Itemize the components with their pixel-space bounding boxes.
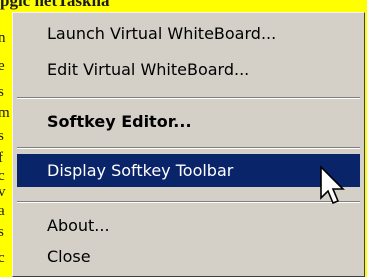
background-text-fragment: a [0,203,5,219]
background-text-fragment: v [0,184,6,200]
menu-item-launch-virtual-whiteboard[interactable]: Launch Virtual WhiteBoard... [17,17,360,50]
menu-item-about[interactable]: About... [17,209,360,242]
background-text-fragment: s [0,224,4,240]
background-text-fragment: m [0,105,10,121]
background-text-fragment: pgic netTaskha [0,0,110,10]
background-text-fragment: s [0,128,4,144]
background-text-fragment: c [0,168,5,184]
background-text-fragment: n [0,30,6,46]
menu-separator [17,147,360,149]
menu-item-close[interactable]: Close [17,240,360,273]
background-text-fragment: f [0,150,3,166]
menu-separator [17,97,360,99]
background-text-fragment: s [0,84,4,100]
menu-item-softkey-editor[interactable]: Softkey Editor... [17,105,360,138]
context-menu: Launch Virtual WhiteBoard... Edit Virtua… [12,12,365,277]
menu-item-edit-virtual-whiteboard[interactable]: Edit Virtual WhiteBoard... [17,53,360,86]
background-text-fragment: c [0,250,5,266]
background-text-fragment: e [0,58,5,74]
mouse-pointer-icon [320,165,345,205]
menu-item-display-softkey-toolbar[interactable]: Display Softkey Toolbar [17,154,360,187]
menu-separator [17,201,360,203]
